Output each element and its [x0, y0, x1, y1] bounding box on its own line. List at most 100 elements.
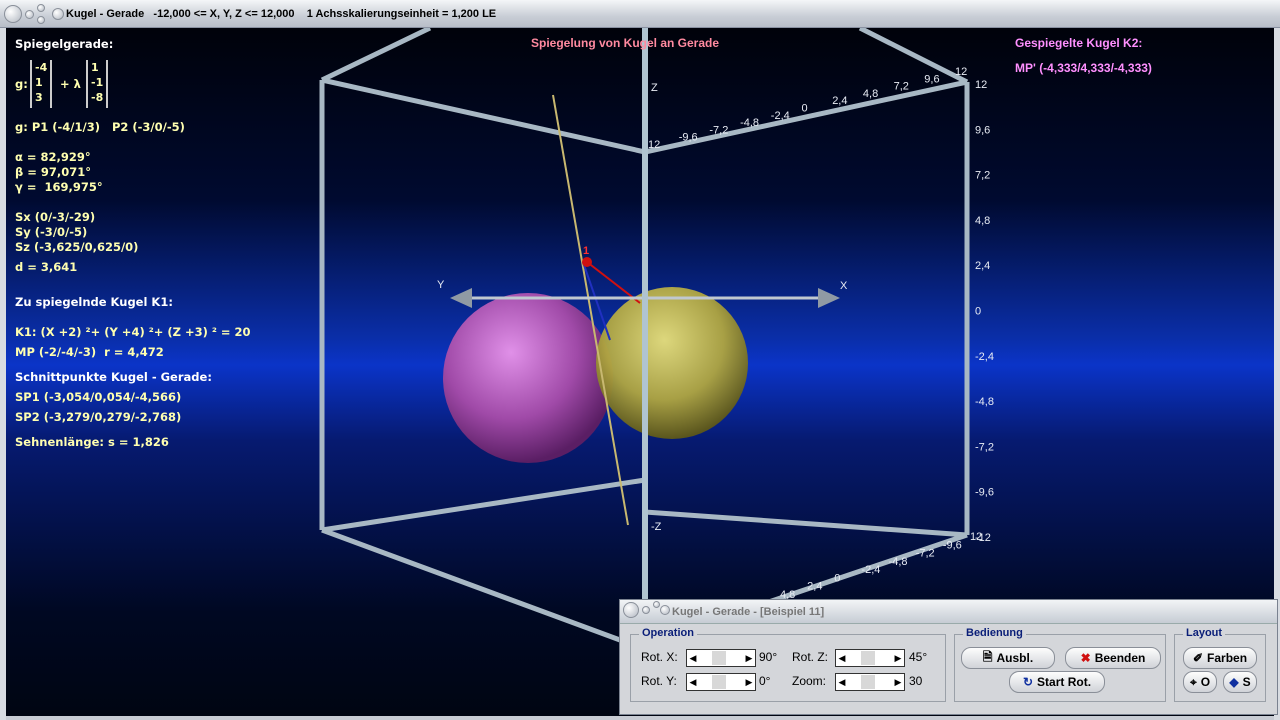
bottom-tick-label: 0	[834, 572, 840, 584]
vector-entry: -8	[91, 91, 104, 104]
sphere-k1	[443, 293, 613, 463]
operation-label: Operation	[639, 627, 697, 639]
vertical-tick-label: 12	[975, 79, 987, 91]
arrow-left-icon[interactable]: ◀	[687, 650, 699, 666]
ausbl-button[interactable]: 🗎 Ausbl.	[961, 647, 1055, 669]
button-label: Farben	[1207, 651, 1248, 665]
vertical-tick-label: 4,8	[975, 215, 990, 227]
button-label: Beenden	[1094, 651, 1146, 665]
trace-sz: Sz (-3,625/0,625/0)	[15, 240, 139, 254]
window-buttons[interactable]	[0, 0, 66, 28]
button-label: O	[1200, 675, 1211, 689]
slider-thumb[interactable]	[712, 651, 726, 665]
beenden-button[interactable]: ✖ Beenden	[1065, 647, 1161, 669]
k1-equation: K1: (X +2) ²+ (Y +4) ²+ (Z +3) ² = 20	[15, 325, 251, 339]
cube-edge	[644, 509, 968, 538]
window-title: Kugel - Gerade -12,000 <= X, Y, Z <= 12,…	[66, 7, 497, 20]
trace-sx: Sx (0/-3/-29)	[15, 210, 96, 224]
top-tick-label: -9,6	[679, 132, 698, 144]
operation-group: Operation Rot. X: ◀ ▶ 90° Rot. Z: ◀ ▶ 45° …	[630, 627, 946, 702]
cube-edge	[858, 28, 969, 85]
k2-midpoint: MP' (-4,333/4,333/-4,333)	[1015, 61, 1152, 75]
rot-z-label: Rot. Z:	[792, 650, 829, 664]
alpha: α = 82,929°	[15, 150, 91, 164]
vector-entry: 3	[35, 91, 43, 104]
rot-y-slider[interactable]: ◀ ▶	[686, 673, 756, 691]
arrow-left-icon[interactable]: ◀	[836, 674, 848, 690]
top-tick-label: 2,4	[832, 95, 847, 107]
heading-intersections: Schnittpunkte Kugel - Gerade:	[15, 370, 212, 384]
heading-k2: Gespiegelte Kugel K2:	[1015, 36, 1143, 50]
rot-x-label: Rot. X:	[641, 650, 678, 664]
top-tick-label: 12	[955, 66, 967, 78]
g-label: g:	[15, 77, 28, 91]
cube-edge	[321, 477, 646, 533]
zoom-slider[interactable]: ◀ ▶	[835, 673, 905, 691]
button-label: Ausbl.	[996, 651, 1034, 665]
bottom-tick-label: -7,2	[916, 548, 935, 560]
trace-sy: Sy (-3/0/-5)	[15, 225, 88, 239]
vertical-tick-label: -2,4	[975, 351, 994, 363]
gamma: γ = 169,975°	[15, 180, 103, 194]
vertical-tick-label: -9,6	[975, 487, 994, 499]
rot-z-value: 45°	[909, 650, 928, 664]
farben-button[interactable]: ✐ Farben	[1183, 647, 1257, 669]
top-tick-label: 4,8	[863, 88, 878, 100]
arrow-right-icon[interactable]: ▶	[892, 674, 904, 690]
heading-spiegelgerade: Spiegelgerade:	[15, 37, 114, 51]
arrow-left-icon[interactable]: ◀	[687, 674, 699, 690]
bottom-tick-label: 12	[970, 531, 982, 543]
vertical-tick-label: -4,8	[975, 396, 994, 408]
beta: β = 97,071°	[15, 165, 92, 179]
vector-entry: -4	[35, 61, 48, 74]
cube-edge	[321, 77, 646, 155]
slider-thumb[interactable]	[861, 651, 875, 665]
sp2: SP2 (-3,279/0,279/-2,768)	[15, 410, 182, 424]
top-tick-label: 9,6	[924, 73, 939, 85]
top-tick-label: 0	[802, 103, 808, 115]
layout-label: Layout	[1183, 627, 1226, 639]
rot-y-label: Rot. Y:	[641, 674, 677, 688]
bottom-tick-label: -2,4	[861, 564, 880, 576]
title-bar: Kugel - Gerade -12,000 <= X, Y, Z <= 12,…	[0, 0, 1280, 28]
vector-entry: 1	[35, 76, 43, 89]
zoom-value: 30	[909, 674, 923, 688]
slider-thumb[interactable]	[712, 675, 726, 689]
panel-window-buttons[interactable]	[620, 598, 672, 626]
window-circle-icon[interactable]	[37, 15, 45, 24]
vector-entry: -1	[91, 76, 104, 89]
sphere-k2	[596, 287, 748, 439]
o-button[interactable]: ⌖ O	[1183, 671, 1217, 693]
top-tick-label: 7,2	[894, 81, 909, 93]
window-circle-icon[interactable]	[25, 9, 34, 19]
window-circle-icon[interactable]	[37, 3, 45, 12]
cube-edge	[320, 28, 432, 83]
panel-title: Kugel - Gerade - [Beispiel 11]	[672, 605, 825, 618]
top-tick-label: -4,8	[740, 117, 759, 129]
rot-x-value: 90°	[759, 650, 778, 664]
point-label: 1	[583, 245, 589, 257]
rotate-icon: ↻	[1022, 675, 1034, 689]
layout-group: Layout ✐ Farben ⌖ O ◆ S	[1174, 627, 1266, 702]
start-rot-button[interactable]: ↻ Start Rot.	[1009, 671, 1105, 693]
arrow-right-icon[interactable]: ▶	[743, 674, 755, 690]
rot-x-slider[interactable]: ◀ ▶	[686, 649, 756, 667]
s-button[interactable]: ◆ S	[1223, 671, 1257, 693]
paint-icon: ✐	[1192, 651, 1204, 665]
slider-thumb[interactable]	[861, 675, 875, 689]
rot-z-slider[interactable]: ◀ ▶	[835, 649, 905, 667]
vertical-tick-label: 0	[975, 306, 981, 318]
arrow-right-icon[interactable]: ▶	[743, 650, 755, 666]
app-icon	[52, 7, 64, 20]
window-circle-icon[interactable]	[653, 600, 660, 608]
arrow-right-icon[interactable]: ▶	[892, 650, 904, 666]
y-arrow-icon	[450, 288, 472, 308]
window-circle-icon[interactable]	[623, 601, 639, 618]
arrow-left-icon[interactable]: ◀	[836, 650, 848, 666]
window-circle-icon[interactable]	[642, 605, 650, 614]
app-icon	[660, 604, 670, 615]
vector-entry: 1	[91, 61, 99, 74]
document-icon: 🗎	[982, 649, 993, 664]
support-vector: -4 1 3	[30, 60, 52, 108]
window-circle-icon[interactable]	[4, 4, 22, 23]
